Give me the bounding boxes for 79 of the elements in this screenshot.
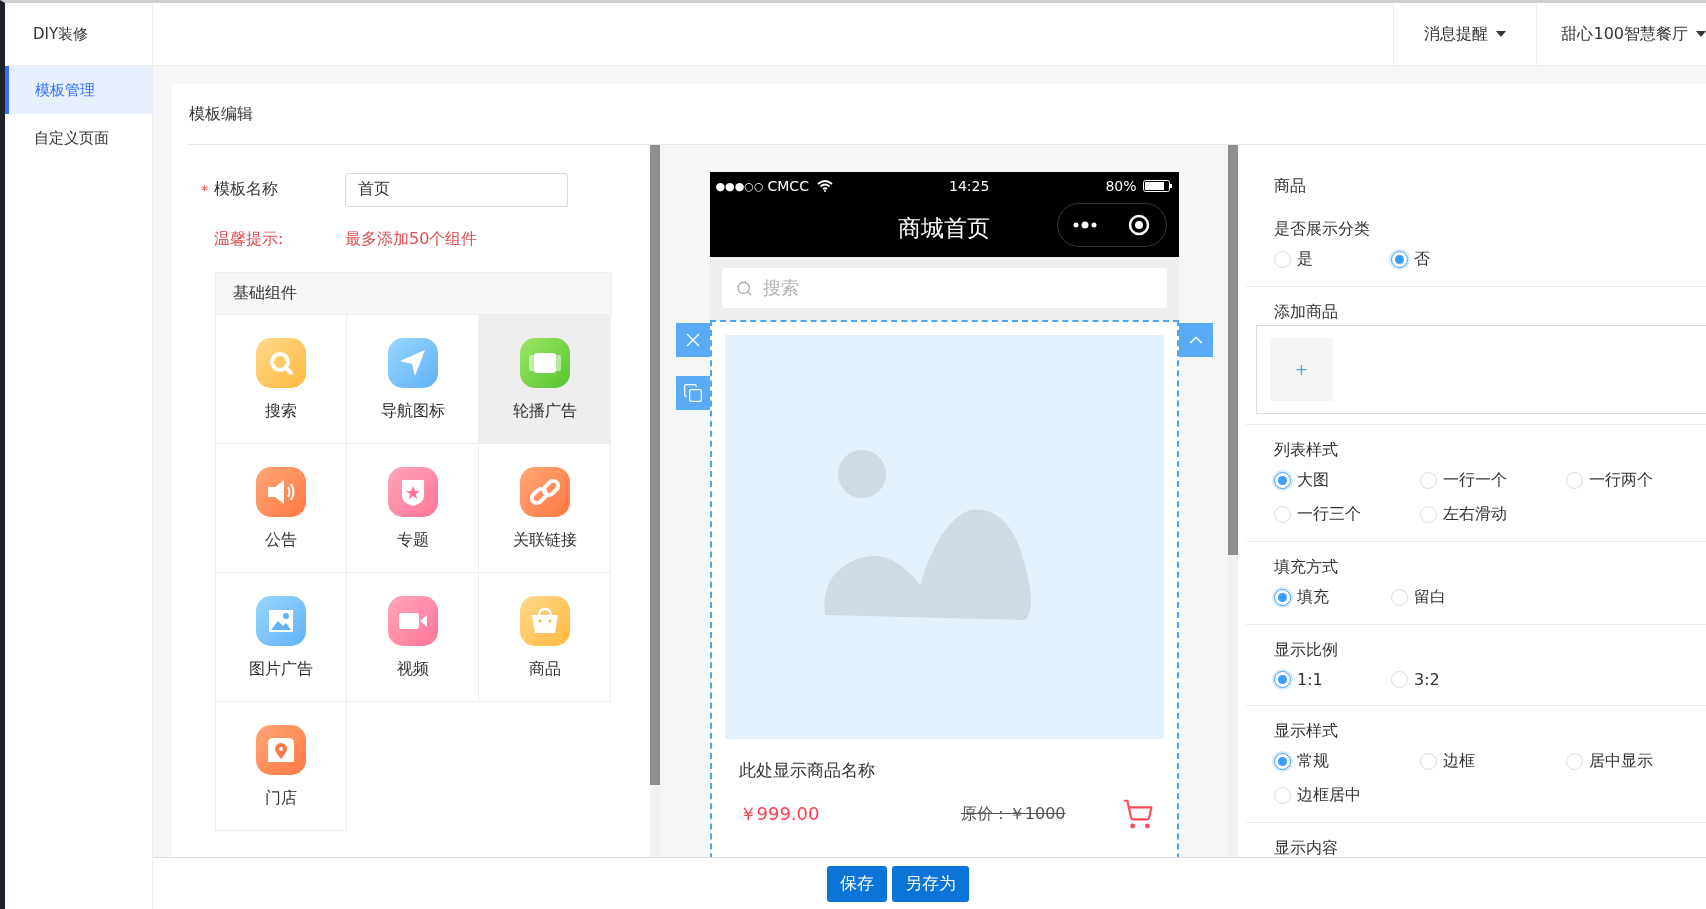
radio-option[interactable]: 边框 [1420, 751, 1566, 772]
radio-button[interactable] [1274, 671, 1291, 688]
component-tile[interactable]: 商品 [478, 573, 611, 702]
move-up-button[interactable] [1178, 323, 1213, 357]
copy-icon [682, 383, 703, 403]
radio-button[interactable] [1274, 753, 1291, 770]
radio-option[interactable]: 是 [1274, 249, 1391, 270]
battery-text: 80% [1105, 178, 1137, 194]
sidebar-item[interactable]: 模板管理 [5, 66, 152, 114]
save-button[interactable]: 保存 [827, 865, 887, 902]
product-name: 此处显示商品名称 [737, 759, 876, 782]
radio-option[interactable]: 边框居中 [1274, 785, 1420, 806]
original-price: 原价：￥1000 [960, 803, 1066, 825]
group-label: 显示内容 [1274, 837, 1339, 857]
search-icon [735, 279, 753, 297]
panel-title: 商品 [1274, 175, 1307, 197]
more-icon [1073, 221, 1097, 229]
component-tile[interactable]: 关联链接 [478, 444, 611, 573]
paper-plane-icon [386, 336, 439, 389]
carrier-text: CMCC [767, 178, 809, 194]
page-title: 商城首页 [898, 214, 990, 243]
signal-indicator: ●●●○○ [715, 179, 764, 193]
radio-option[interactable]: 1:1 [1274, 670, 1391, 689]
battery-icon [1142, 180, 1173, 192]
radio-button[interactable] [1391, 251, 1408, 268]
radio-option[interactable]: 3:2 [1391, 670, 1508, 689]
scrollbar[interactable] [1228, 145, 1238, 857]
radio-option[interactable]: 大图 [1274, 470, 1420, 491]
dropdown-menu[interactable]: 甜心100智慧餐厅 [1536, 3, 1706, 65]
close-button[interactable] [675, 323, 710, 357]
product-price: ￥999.00 [738, 802, 820, 826]
radio-button[interactable] [1274, 472, 1291, 489]
copy-button[interactable] [675, 376, 710, 410]
hint-label: 温馨提示: [213, 229, 285, 250]
group-label: 显示样式 [1274, 720, 1339, 742]
save-as-button[interactable]: 另存为 [892, 865, 969, 902]
image-icon [255, 594, 307, 647]
link-icon [518, 465, 571, 518]
scrollbar[interactable] [650, 145, 660, 857]
radio-option[interactable]: 左右滑动 [1420, 504, 1566, 525]
component-tile[interactable]: 搜索 [215, 315, 347, 444]
group-label: 列表样式 [1274, 439, 1339, 461]
sidebar-item[interactable]: 自定义页面 [5, 114, 152, 162]
group-label: 是否展示分类 [1274, 218, 1371, 240]
target-icon [1128, 214, 1150, 236]
group-label: 显示比例 [1274, 639, 1339, 661]
component-tile[interactable]: 门店 [215, 702, 347, 831]
search-icon [255, 336, 307, 389]
radio-option[interactable]: 常规 [1274, 751, 1420, 772]
group-label: 添加商品 [1274, 301, 1339, 323]
radio-option[interactable]: 居中显示 [1566, 751, 1706, 772]
radio-option[interactable]: 否 [1391, 249, 1508, 270]
required-mark: * [201, 181, 209, 198]
template-name-field[interactable]: 首页 [345, 172, 568, 207]
clock-text: 14:25 [948, 178, 990, 194]
section-header: 基础组件 [215, 272, 612, 315]
radio-option[interactable]: 一行三个 [1274, 504, 1420, 525]
hint-text: 最多添加50个组件 [345, 229, 478, 250]
caret-icon [1696, 31, 1706, 37]
wifi-icon [816, 180, 833, 192]
radio-option[interactable]: 留白 [1391, 587, 1508, 608]
component-tile[interactable]: 轮播广告 [478, 315, 611, 444]
radio-option[interactable]: 一行两个 [1566, 470, 1706, 491]
cart-icon[interactable] [1121, 798, 1154, 830]
selected-component[interactable]: 此处显示商品名称 ￥999.00 原价：￥1000 [709, 320, 1179, 857]
radio-button[interactable] [1274, 589, 1291, 606]
shopping-bag-icon [518, 594, 571, 647]
speaker-icon [255, 465, 307, 518]
slides-icon [518, 336, 571, 389]
video-camera-icon [386, 594, 439, 647]
dropdown-menu[interactable]: 消息提醒 [1393, 3, 1537, 65]
field-label: * 模板名称 [201, 179, 279, 200]
store-pin-icon [255, 723, 307, 776]
radio-option[interactable]: 一行一个 [1420, 470, 1566, 491]
radio-option[interactable]: 填充 [1274, 587, 1391, 608]
group-label: 填充方式 [1274, 556, 1339, 578]
component-tile[interactable]: 图片广告 [215, 573, 347, 702]
component-tile[interactable]: 公告 [215, 444, 347, 573]
caret-icon [1496, 31, 1507, 37]
